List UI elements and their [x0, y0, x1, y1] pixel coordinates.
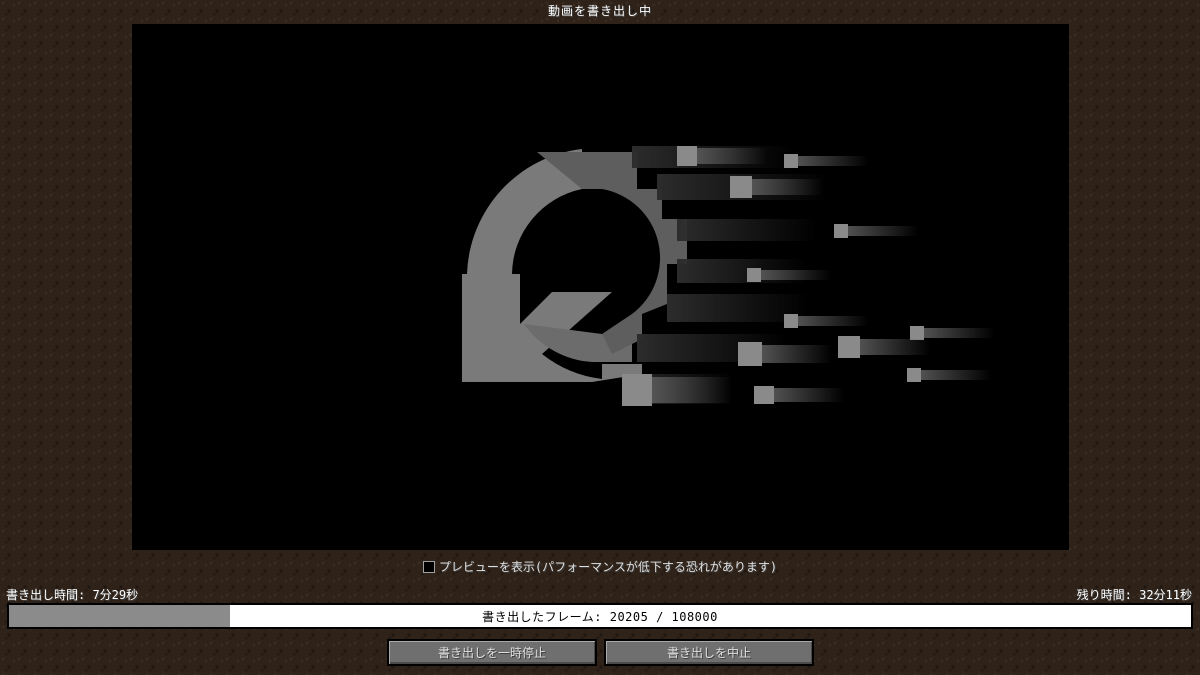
progress-track: 書き出したフレーム: 20205 / 108000 [9, 605, 1191, 627]
elapsed-time: 書き出し時間: 7分29秒 [6, 588, 139, 602]
cancel-export-button[interactable]: 書き出しを中止 [604, 639, 814, 666]
export-progress-bar: 書き出したフレーム: 20205 / 108000 [7, 603, 1193, 629]
preview-checkbox-label: プレビューを表示(パフォーマンスが低下する恐れがあります) [438, 560, 778, 574]
window-title: 動画を書き出し中 [547, 4, 652, 18]
replay-mod-logo-icon [462, 146, 994, 406]
remaining-time: 残り時間: 32分11秒 [1076, 588, 1192, 602]
progress-label: 書き出したフレーム: 20205 / 108000 [482, 609, 718, 624]
preview-toggle-row[interactable]: プレビューを表示(パフォーマンスが低下する恐れがあります) [0, 558, 1200, 575]
video-preview-frame [132, 24, 1069, 550]
preview-checkbox[interactable] [422, 560, 435, 573]
pause-export-button[interactable]: 書き出しを一時停止 [387, 639, 597, 666]
